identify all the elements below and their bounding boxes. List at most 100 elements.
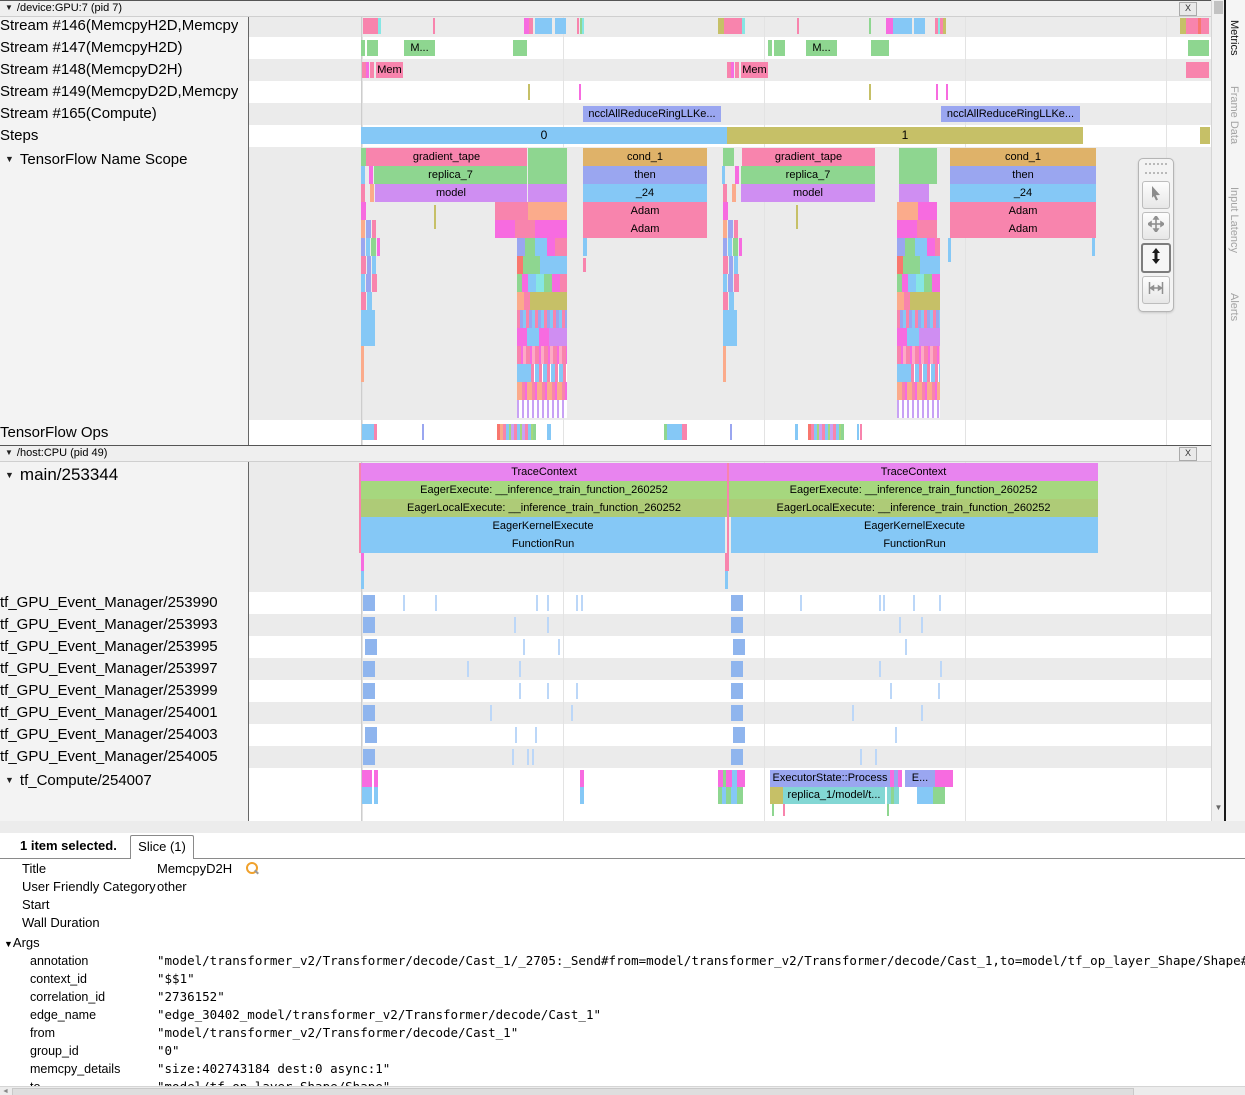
trace-event[interactable] — [938, 683, 940, 699]
trace-event[interactable]: gradient_tape — [366, 148, 527, 166]
trace-event[interactable] — [365, 727, 377, 743]
trace-event[interactable] — [860, 749, 862, 765]
trace-event[interactable] — [535, 727, 537, 743]
trace-event[interactable] — [532, 749, 534, 765]
trace-event[interactable] — [527, 364, 567, 382]
trace-event[interactable] — [897, 346, 940, 364]
trace-event[interactable] — [897, 382, 940, 400]
trace-event[interactable] — [728, 274, 733, 292]
trace-event[interactable] — [924, 274, 932, 292]
trace-event[interactable] — [739, 238, 742, 256]
trace-event[interactable] — [723, 220, 727, 238]
cpu-process-header[interactable]: ▼/host:CPU (pid 49) X — [0, 445, 1211, 462]
vertical-scrollbar-thumb[interactable] — [1214, 1, 1223, 14]
trace-event[interactable] — [883, 595, 885, 611]
trace-event[interactable] — [571, 705, 573, 721]
pan-tool-button[interactable] — [1142, 212, 1170, 240]
collapse-arrow-icon[interactable]: ▼ — [5, 1, 13, 15]
trace-event[interactable] — [535, 18, 552, 34]
trace-event[interactable] — [733, 727, 745, 743]
trace-event[interactable]: _24 — [950, 184, 1096, 202]
gpu-close-button[interactable]: X — [1179, 2, 1197, 16]
trace-event[interactable] — [547, 238, 555, 256]
trace-event[interactable] — [737, 770, 745, 787]
trace-event[interactable]: EagerKernelExecute — [361, 517, 725, 535]
trace-event[interactable] — [560, 274, 567, 292]
trace-event[interactable] — [555, 18, 566, 34]
trace-event[interactable] — [362, 787, 372, 804]
trace-event[interactable] — [797, 18, 799, 34]
trace-event[interactable] — [434, 205, 436, 229]
trace-event[interactable] — [363, 661, 375, 677]
trace-event[interactable] — [841, 424, 844, 440]
trace-event[interactable] — [540, 256, 567, 274]
trace-event[interactable] — [535, 238, 547, 256]
trace-event[interactable] — [548, 292, 567, 310]
trace-event[interactable] — [725, 553, 728, 571]
vertical-zoom-tool-button[interactable] — [1141, 243, 1171, 273]
trace-event[interactable] — [361, 553, 364, 571]
trace-event[interactable] — [361, 238, 365, 256]
trace-event[interactable] — [535, 220, 567, 238]
trace-event[interactable] — [887, 804, 889, 816]
trace-event[interactable] — [530, 292, 548, 310]
trace-event[interactable]: FunctionRun — [361, 535, 725, 553]
trace-event[interactable] — [495, 220, 515, 238]
trace-event[interactable] — [875, 749, 877, 765]
trace-event[interactable]: then — [950, 166, 1096, 184]
trace-event[interactable] — [940, 661, 942, 677]
collapse-arrow-icon[interactable]: ▼ — [5, 771, 14, 790]
trace-event[interactable] — [770, 787, 783, 804]
trace-event[interactable] — [897, 310, 940, 328]
trace-event[interactable]: cond_1 — [950, 148, 1096, 166]
trace-event[interactable] — [723, 346, 726, 382]
trace-event[interactable] — [722, 166, 725, 184]
trace-event[interactable] — [467, 661, 469, 677]
trace-event[interactable] — [852, 705, 854, 721]
trace-event[interactable] — [374, 424, 377, 440]
trace-event[interactable] — [731, 617, 743, 633]
trace-event[interactable]: EagerExecute: __inference_train_function… — [729, 481, 1098, 499]
trace-event[interactable] — [517, 238, 525, 256]
trace-event[interactable] — [528, 184, 567, 202]
timing-select-tool-button[interactable] — [1142, 276, 1170, 304]
trace-event[interactable] — [730, 424, 732, 440]
trace-event[interactable] — [725, 571, 728, 589]
trace-event[interactable] — [370, 62, 374, 78]
trace-event[interactable] — [734, 274, 739, 292]
trace-event[interactable]: EagerLocalExecute: __inference_train_fun… — [729, 499, 1098, 517]
trace-event[interactable] — [517, 382, 567, 400]
trace-event[interactable] — [731, 683, 743, 699]
trace-event[interactable] — [362, 770, 372, 787]
sidebar-tab-alerts[interactable]: Alerts — [1228, 293, 1240, 321]
trace-event[interactable] — [515, 727, 517, 743]
trace-event[interactable] — [742, 18, 745, 34]
trace-event[interactable] — [363, 749, 375, 765]
trace-event[interactable] — [897, 292, 904, 310]
trace-event[interactable] — [895, 727, 897, 743]
trace-event[interactable] — [519, 661, 521, 677]
trace-event[interactable] — [576, 683, 578, 699]
trace-event[interactable] — [361, 571, 364, 589]
trace-event[interactable] — [370, 184, 374, 202]
trace-event[interactable] — [514, 617, 516, 633]
trace-event[interactable]: Adam — [583, 202, 707, 220]
trace-event[interactable] — [529, 18, 533, 34]
trace-event[interactable] — [921, 705, 923, 721]
trace-event[interactable] — [577, 18, 579, 34]
trace-event[interactable] — [528, 202, 567, 220]
trace-event[interactable] — [378, 18, 381, 34]
trace-event[interactable] — [731, 749, 743, 765]
cpu-close-button[interactable]: X — [1179, 447, 1197, 461]
trace-event[interactable] — [361, 40, 365, 56]
trace-event[interactable] — [517, 400, 567, 418]
trace-event[interactable]: Adam — [950, 220, 1096, 238]
trace-event[interactable] — [800, 595, 802, 611]
trace-event[interactable] — [903, 256, 920, 274]
trace-event[interactable] — [729, 292, 734, 310]
trace-event[interactable] — [935, 770, 953, 787]
trace-event[interactable] — [772, 804, 774, 816]
trace-event[interactable] — [729, 256, 733, 274]
trace-event[interactable] — [525, 238, 535, 256]
trace-event[interactable] — [860, 424, 862, 440]
